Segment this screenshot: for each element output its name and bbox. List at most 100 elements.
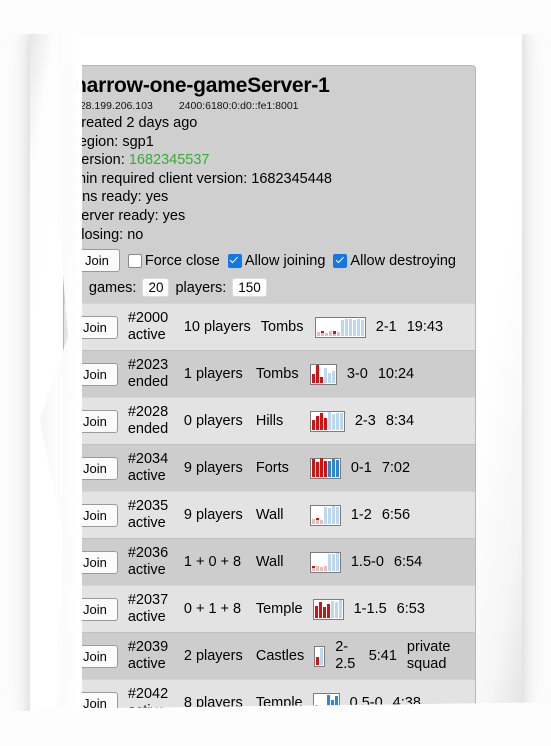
checkbox-box[interactable]	[127, 253, 142, 268]
table-row[interactable]: Join #2035 active 9 players Wall 1-2 6:56	[64, 491, 475, 539]
checkbox-box[interactable]	[227, 253, 242, 268]
chart-bar	[323, 505, 327, 524]
chart-bar	[331, 458, 335, 477]
table-row[interactable]: Join #2034 active 9 players Forts 0-1 7:02	[64, 444, 475, 492]
game-player-count: 9 players	[183, 459, 243, 476]
chart-bar	[316, 317, 320, 336]
min-client-version-text: min required client version: 1682345448	[74, 170, 332, 187]
game-time: 6:53	[396, 600, 425, 617]
team-score-chart	[309, 504, 341, 526]
version-text: version: 1682345537	[74, 151, 465, 170]
chart-bar	[311, 458, 315, 477]
chart-marker-dot	[319, 457, 323, 461]
team-score-chart	[314, 316, 366, 338]
game-map-name: Wall	[255, 553, 284, 570]
game-map-name: Castles	[255, 647, 305, 664]
chart-marker-dot	[311, 565, 315, 569]
game-time: 8:34	[385, 412, 415, 429]
version-value: 1682345537	[128, 152, 210, 169]
chart-bar	[348, 317, 352, 336]
game-id-and-status: #2036 active	[128, 545, 174, 579]
ipv6-address: 2400:6180:0:d0::fe1:8001	[178, 100, 299, 112]
region-text: region: sgp1	[74, 133, 154, 150]
table-row[interactable]: Join #2039 active 2 players Castles 2-2.5 5:41…	[64, 632, 475, 680]
chart-bar	[323, 458, 327, 477]
game-player-count: 2 players	[183, 647, 243, 664]
version-label: version:	[74, 152, 129, 169]
chart-bar	[319, 411, 323, 430]
checkbox-box[interactable]	[333, 253, 348, 268]
chart-bar	[311, 411, 315, 430]
chart-bar	[327, 505, 331, 524]
table-row[interactable]: Join #2023 ended 1 players Tombs 3-0 10:24	[64, 350, 475, 398]
team-score-chart	[309, 410, 345, 432]
table-row[interactable]: Join #2028 ended 0 players Hills 2-3 8:34	[64, 397, 475, 445]
chart-bar	[327, 411, 331, 430]
game-score: 1-2	[350, 506, 372, 523]
game-id: #2028	[127, 404, 169, 421]
chart-bar	[319, 552, 323, 571]
force-close-checkbox[interactable]: Force close	[127, 252, 220, 269]
chart-bar	[314, 599, 318, 618]
server-addresses: 128.199.206.103 2400:6180:0:d0::fe1:8001	[64, 99, 475, 114]
game-id-and-status: #2028 ended	[128, 404, 174, 438]
chart-marker-dot	[311, 458, 315, 462]
chart-bar	[315, 505, 319, 524]
chart-bar	[315, 458, 319, 477]
allow-joining-label: Allow joining	[244, 252, 326, 269]
game-score: 3-0	[346, 365, 368, 382]
chart-bar	[318, 599, 322, 618]
game-id: #2000	[127, 310, 169, 327]
chart-bar	[319, 364, 323, 383]
game-id-and-status: #2023 ended	[128, 357, 174, 391]
game-status: ended	[127, 374, 169, 391]
table-row[interactable]: Join #2036 active 1 + 0 + 8 Wall 1.5-0 6:54	[64, 538, 475, 586]
chart-bar	[340, 317, 344, 336]
chart-bar	[315, 411, 319, 430]
game-tag: private squad	[406, 639, 451, 673]
game-id-and-status: #2035 active	[128, 498, 174, 532]
chart-bar	[331, 505, 335, 524]
game-status: active	[127, 515, 166, 532]
chart-bar	[331, 364, 335, 383]
chart-bar	[336, 317, 340, 336]
team-score-chart	[309, 457, 341, 479]
game-map-name: Forts	[255, 459, 289, 476]
allow-joining-checkbox[interactable]: Allow joining	[227, 252, 326, 269]
allow-destroying-checkbox[interactable]: Allow destroying	[333, 253, 456, 269]
game-id: #2039	[127, 639, 169, 656]
chart-bar	[330, 599, 334, 618]
game-id: #2036	[127, 545, 169, 562]
chart-bar	[324, 317, 328, 336]
game-id: #2042	[127, 686, 169, 703]
table-row[interactable]: Join #2000 active 10 players Tombs 2-1 19:43	[64, 303, 475, 351]
game-map-name: Hills	[255, 412, 284, 429]
game-player-count: 1 players	[183, 365, 243, 382]
game-time: 6:54	[393, 553, 423, 570]
force-close-label: Force close	[144, 252, 220, 269]
chart-bar	[327, 552, 331, 571]
chart-bar	[315, 364, 319, 383]
game-score: 2-1	[375, 318, 397, 335]
players-count: 150	[232, 278, 267, 298]
chart-bar	[320, 317, 324, 336]
table-row[interactable]: Join #2037 active 0 + 1 + 8 Temple 1-1.5 6:53	[64, 585, 475, 633]
game-player-count: 0 + 1 + 8	[183, 600, 242, 617]
chart-bar	[335, 505, 339, 524]
chart-bar	[320, 646, 324, 665]
chart-marker-dot	[318, 602, 322, 605]
game-time: 10:24	[377, 365, 415, 382]
games-label: games:	[88, 279, 137, 296]
counts-summary: ▼ games: 20 players: 150	[64, 272, 475, 303]
chart-bar	[316, 646, 320, 665]
team-score-chart	[314, 645, 326, 667]
closing-text: closing: no	[74, 226, 144, 243]
chart-bar	[360, 317, 364, 336]
game-time: 6:56	[381, 506, 411, 523]
server-metadata: created 2 days ago region: sgp1 version:…	[64, 114, 475, 244]
game-score: 2-3	[354, 412, 376, 429]
chart-bar	[332, 317, 336, 336]
game-list: Join #2000 active 10 players Tombs 2-1 19:43 Jo…	[64, 303, 475, 711]
chart-bar	[338, 599, 342, 618]
game-status: ended	[127, 421, 169, 438]
